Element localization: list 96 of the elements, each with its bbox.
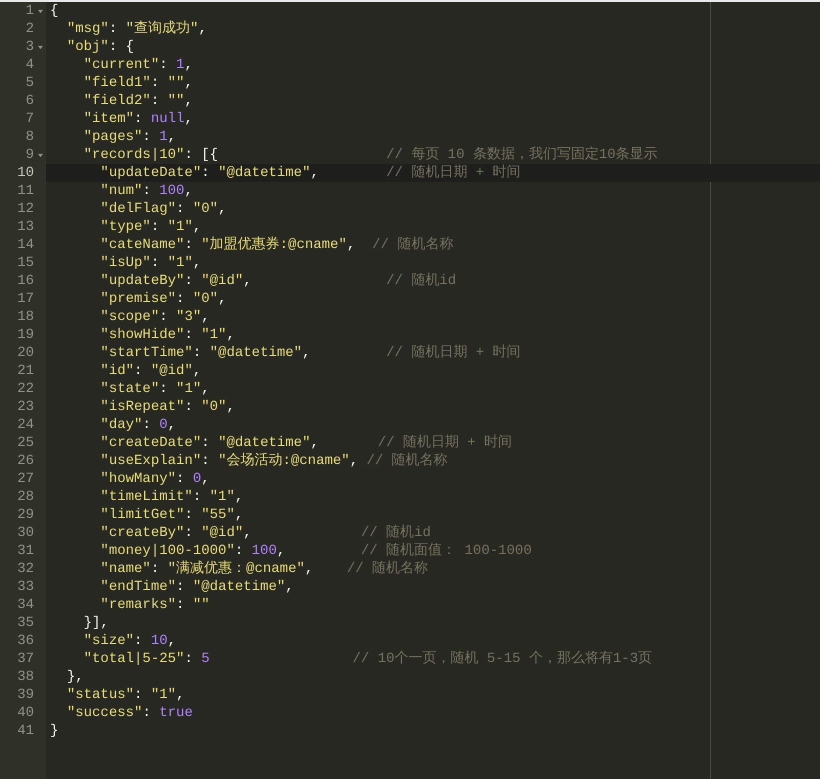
code-line: "item": null, — [84, 111, 193, 127]
line-number: 37 — [17, 650, 34, 668]
line-number: 41 — [17, 722, 34, 740]
line-number: 23 — [17, 398, 34, 416]
code-line: "num": 100, — [100, 183, 193, 199]
line-number: 39 — [17, 686, 34, 704]
code-line: "records|10": [{ — [84, 147, 218, 163]
code-comment: // 随机日期 + 时间 — [386, 345, 521, 361]
line-number: 27 — [17, 470, 34, 488]
code-line: "day": 0, — [100, 417, 176, 433]
line-number: 11 — [17, 182, 34, 200]
code-line: "delFlag": "0", — [100, 201, 226, 217]
line-number: 6 — [26, 92, 34, 110]
line-number: 8 — [26, 128, 34, 146]
code-line: "state": "1", — [100, 381, 210, 397]
code-line: "howMany": 0, — [100, 471, 210, 487]
line-number: 4 — [26, 56, 34, 74]
line-number: 32 — [17, 560, 34, 578]
code-line: "msg": "查询成功", — [66, 21, 207, 37]
line-number: 15 — [17, 254, 34, 272]
code-line: "pages": 1, — [84, 129, 176, 145]
line-number: 19 — [17, 326, 34, 344]
code-comment: // 随机日期 + 时间 — [386, 165, 521, 181]
code-line: "scope": "3", — [100, 309, 210, 325]
line-number: 34 — [17, 596, 34, 614]
code-line: "premise": "0", — [100, 291, 226, 307]
line-number: 17 — [17, 290, 34, 308]
code-line: "name": "满减优惠：@cname", — [100, 561, 314, 577]
code-line: } — [50, 723, 58, 739]
code-line: "createBy": "@id", — [100, 525, 252, 541]
code-comment: // 随机名称 — [372, 237, 454, 253]
line-number: 33 — [17, 578, 34, 596]
code-line: }], — [84, 615, 109, 631]
line-number: 5 — [26, 74, 34, 92]
code-comment: // 随机日期 + 时间 — [378, 435, 512, 451]
code-comment: // 随机名称 — [346, 561, 428, 577]
line-number: 40 — [17, 704, 34, 722]
code-line: "cateName": "加盟优惠券:@cname", — [100, 237, 356, 253]
line-number: 21 — [17, 362, 34, 380]
code-line: "createDate": "@datetime", — [100, 435, 319, 451]
code-comment: // 随机id — [386, 273, 456, 289]
code-line: "id": "@id", — [100, 363, 202, 379]
code-comment: // 随机名称 — [366, 453, 448, 469]
fold-icon[interactable] — [37, 152, 44, 158]
code-line: "current": 1, — [84, 57, 193, 73]
code-line: "startTime": "@datetime", — [100, 345, 310, 361]
code-comment: // 10个一页，随机 5-15 个，那么将有1-3页 — [352, 651, 652, 667]
line-number: 18 — [17, 308, 34, 326]
line-number: 36 — [17, 632, 34, 650]
code-line: "size": 10, — [84, 633, 176, 649]
line-number: 31 — [17, 542, 34, 560]
fold-icon[interactable] — [37, 8, 44, 14]
code-line: "field2": "", — [84, 93, 193, 109]
line-number: 2 — [26, 20, 34, 38]
code-comment: // 随机id — [360, 525, 431, 541]
code-line: "limitGet": "55", — [100, 507, 244, 523]
line-number: 24 — [17, 416, 34, 434]
line-number: 12 — [17, 200, 34, 218]
line-number: 30 — [17, 524, 34, 542]
code-line: "total|5-25": 5 — [84, 651, 210, 667]
line-number: 25 — [17, 434, 34, 452]
line-number: 9 — [26, 146, 34, 164]
code-line: "field1": "", — [84, 75, 193, 91]
code-comment: // 每页 10 条数据，我们写固定10条显示 — [386, 147, 658, 163]
code-line: }, — [66, 669, 84, 685]
code-line: "isRepeat": "0", — [100, 399, 235, 415]
code-line: "endTime": "@datetime", — [100, 579, 294, 595]
fold-icon[interactable] — [37, 44, 44, 50]
code-line: "timeLimit": "1", — [100, 489, 244, 505]
code-comment: // 随机面值： 100-1000 — [360, 543, 532, 559]
code-line: "status": "1", — [66, 687, 184, 703]
line-number: 13 — [17, 218, 34, 236]
code-line: { — [50, 3, 58, 19]
line-number: 26 — [17, 452, 34, 470]
code-line: "isUp": "1", — [100, 255, 202, 271]
line-number: 7 — [26, 110, 34, 128]
code-line: "showHide": "1", — [100, 327, 235, 343]
line-number: 14 — [17, 236, 34, 254]
line-number: 29 — [17, 506, 34, 524]
code-line: "success": true — [66, 705, 193, 721]
line-number: 16 — [17, 272, 34, 290]
line-number: 20 — [17, 344, 34, 362]
code-line: "updateDate": "@datetime", — [100, 165, 319, 181]
code-line: "useExplain": "会场活动:@cname", — [100, 453, 358, 469]
code-line: "obj": { — [66, 39, 134, 55]
line-number: 22 — [17, 380, 34, 398]
line-number: 35 — [17, 614, 34, 632]
line-number: 3 — [26, 38, 34, 56]
line-number: 28 — [17, 488, 34, 506]
code-line: "remarks": "" — [100, 597, 210, 613]
line-number: 38 — [17, 668, 34, 686]
line-number: 1 — [26, 2, 34, 20]
code-line: "money|100-1000": 100, — [100, 543, 286, 559]
line-number: 10 — [17, 164, 34, 182]
code-line: "type": "1", — [100, 219, 202, 235]
code-line: "updateBy": "@id", — [100, 273, 252, 289]
